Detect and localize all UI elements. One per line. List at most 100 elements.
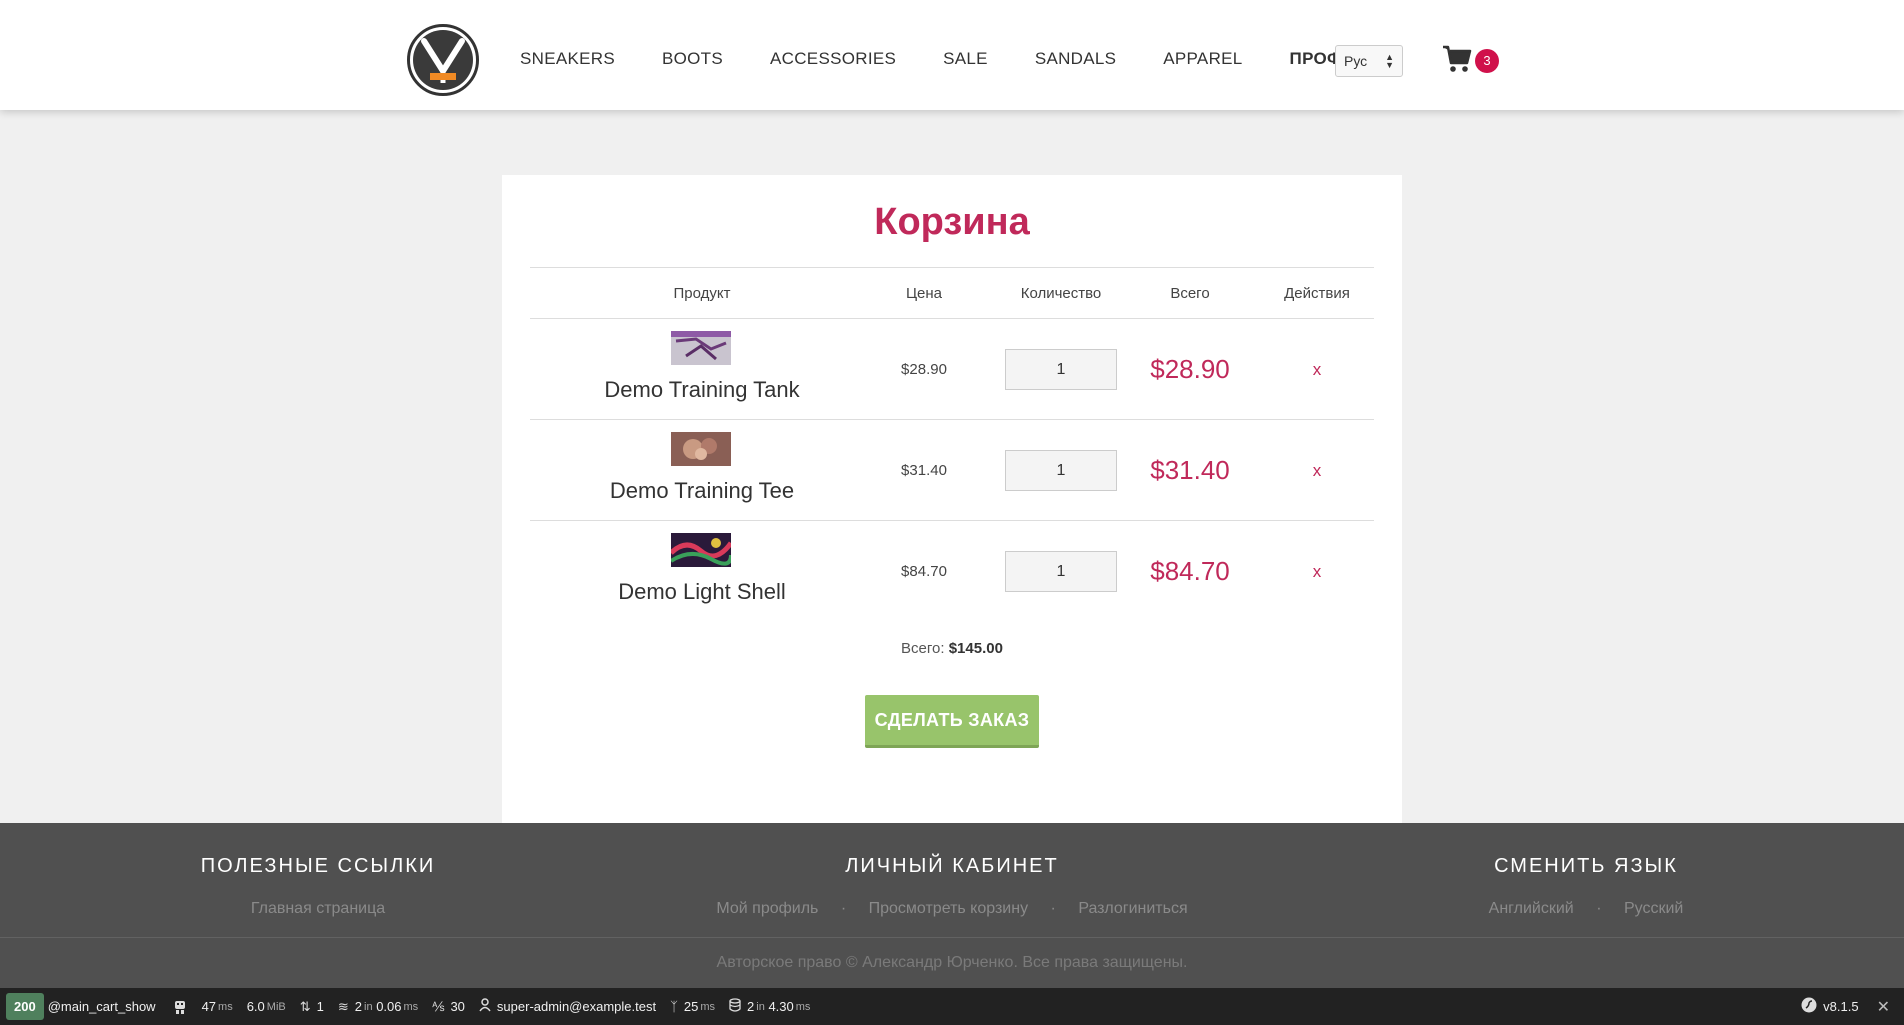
line-total: $31.40 <box>1150 455 1230 485</box>
cart-sum-value: $145.00 <box>948 640 1003 657</box>
quantity-input[interactable]: 1 <box>1005 450 1117 491</box>
cache-unit: ms <box>403 1000 419 1013</box>
footer-link-profile[interactable]: Мой профиль <box>716 900 818 917</box>
product-name[interactable]: Demo Light Shell <box>530 579 874 605</box>
main-nav: SNEAKERS BOOTS ACCESSORIES SALE SANDALS … <box>520 0 1426 118</box>
product-price: $28.90 <box>901 361 947 378</box>
cache-time: 0.06 <box>376 999 402 1014</box>
cache-count: 2 <box>354 999 363 1014</box>
footer-account: ЛИЧНЫЙ КАБИНЕТ Мой профиль · Просмотреть… <box>652 823 1252 918</box>
footer-heading: ЛИЧНЫЙ КАБИНЕТ <box>845 855 1059 877</box>
toolbar-right: v8.1.5 ✕ <box>1787 988 1890 1025</box>
language-select-value: Рус <box>1344 53 1368 69</box>
table-row: Demo Light Shell $84.70 1 $84.70 x <box>530 520 1374 621</box>
separator-dot: · <box>1596 900 1602 917</box>
select-arrows-icon: ▲ ▼ <box>1385 52 1394 70</box>
remove-item-button[interactable]: x <box>1260 420 1374 521</box>
page-title: Корзина <box>874 201 1030 243</box>
translations[interactable]: ⅍ 30 <box>432 999 465 1014</box>
db-count: 2 <box>747 999 755 1014</box>
cache-in: in <box>364 1000 373 1013</box>
footer-link-russian[interactable]: Русский <box>1624 900 1683 917</box>
copyright-text: Авторское право © Александр Юрченко. Все… <box>716 954 1188 971</box>
line-total: $28.90 <box>1150 354 1230 384</box>
debug-toolbar: 200 @main_cart_show 47 ms 6.0 MiB ⇅ 1 ≋ … <box>0 988 1904 1025</box>
twig-value: 25 <box>683 999 699 1014</box>
site-logo[interactable] <box>407 24 479 96</box>
quantity-input[interactable]: 1 <box>1005 551 1117 592</box>
cart-card: Корзина Продукт Цена Количество Всего Де… <box>502 175 1402 823</box>
twig-unit: ms <box>700 1000 716 1013</box>
controller-icon[interactable] <box>172 999 188 1015</box>
requests-count[interactable]: ⇅ 1 <box>300 999 324 1015</box>
footer-heading: ПОЛЕЗНЫЕ ССЫЛКИ <box>200 855 436 877</box>
product-thumbnail[interactable] <box>671 331 731 365</box>
current-user[interactable]: super-admin@example.test <box>479 998 656 1015</box>
database-icon <box>729 998 741 1015</box>
table-row: Demo Training Tank $28.90 1 $28.90 x <box>530 318 1374 419</box>
request-time-unit: ms <box>218 1000 233 1013</box>
memory-usage[interactable]: 6.0 MiB <box>247 999 286 1014</box>
product-price: $31.40 <box>901 462 947 479</box>
db-unit: ms <box>795 1000 811 1013</box>
footer-heading: СМЕНИТЬ ЯЗЫК <box>1494 855 1678 877</box>
cart-sum-label: Всего: <box>901 640 945 657</box>
table-row: Demo Training Tee $31.40 1 $31.40 x <box>530 419 1374 520</box>
close-icon[interactable]: ✕ <box>1877 997 1890 1017</box>
twig-icon: ᛉ <box>670 999 678 1014</box>
db-in: in <box>756 1000 765 1013</box>
layers-icon: ≋ <box>337 998 349 1014</box>
product-name[interactable]: Demo Training Tee <box>530 478 874 504</box>
nav-sale[interactable]: SALE <box>943 49 988 69</box>
footer-link-logout[interactable]: Разлогиниться <box>1078 900 1187 917</box>
product-name[interactable]: Demo Training Tank <box>530 377 874 403</box>
status-badge[interactable]: 200 <box>6 993 44 1020</box>
translations-value: 30 <box>450 999 465 1014</box>
cart-count-badge: 3 <box>1475 49 1499 73</box>
cart-icon[interactable] <box>1442 45 1472 75</box>
cart-sum: Всего: $145.00 <box>502 640 1402 657</box>
footer-divider <box>0 937 1904 938</box>
translation-icon: ⅍ <box>432 999 445 1014</box>
remove-item-button[interactable]: x <box>1260 319 1374 420</box>
nav-sneakers[interactable]: SNEAKERS <box>520 49 615 69</box>
footer-useful-links: ПОЛЕЗНЫЕ ССЫЛКИ Главная страница <box>150 823 486 918</box>
site-footer: ПОЛЕЗНЫЕ ССЫЛКИ Главная страница ЛИЧНЫЙ … <box>0 823 1904 988</box>
site-header: SNEAKERS BOOTS ACCESSORIES SALE SANDALS … <box>0 0 1904 110</box>
twig-stats[interactable]: ᛉ 25 ms <box>670 999 715 1014</box>
nav-sandals[interactable]: SANDALS <box>1035 49 1116 69</box>
request-time[interactable]: 47 ms <box>202 999 233 1014</box>
product-thumbnail[interactable] <box>671 432 731 466</box>
symfony-icon <box>1801 997 1817 1016</box>
requests-value: 1 <box>316 999 324 1014</box>
nav-apparel[interactable]: APPAREL <box>1163 49 1242 69</box>
request-time-value: 47 <box>201 999 217 1014</box>
product-price: $84.70 <box>901 563 947 580</box>
database-stats[interactable]: 2 in 4.30 ms <box>729 998 810 1015</box>
product-thumbnail[interactable] <box>671 533 731 567</box>
logo-mark-icon <box>421 38 465 83</box>
footer-link-english[interactable]: Английский <box>1489 900 1574 917</box>
language-select[interactable]: Рус ▲ ▼ <box>1335 45 1403 77</box>
quantity-input[interactable]: 1 <box>1005 349 1117 390</box>
route-name[interactable]: @main_cart_show <box>48 999 156 1014</box>
col-product: Продукт <box>673 285 731 302</box>
footer-language: СМЕНИТЬ ЯЗЫК Английский · Русский <box>1418 823 1754 918</box>
memory-value: 6.0 <box>246 999 265 1014</box>
arrows-updown-icon: ⇅ <box>299 998 311 1014</box>
user-email: super-admin@example.test <box>496 999 657 1014</box>
footer-link-home[interactable]: Главная страница <box>251 900 385 917</box>
col-total: Всего <box>1170 285 1210 302</box>
nav-boots[interactable]: BOOTS <box>662 49 723 69</box>
separator-dot: · <box>1050 900 1056 917</box>
footer-link-view-cart[interactable]: Просмотреть корзину <box>869 900 1028 917</box>
db-time: 4.30 <box>768 999 794 1014</box>
nav-accessories[interactable]: ACCESSORIES <box>770 49 896 69</box>
memory-unit: MiB <box>266 1000 286 1013</box>
table-header: Продукт Цена Количество Всего Действия <box>530 267 1374 318</box>
symfony-version[interactable]: v8.1.5 <box>1801 997 1859 1016</box>
remove-item-button[interactable]: x <box>1260 521 1374 622</box>
place-order-button[interactable]: СДЕЛАТЬ ЗАКАЗ <box>865 695 1039 748</box>
cart-table: Продукт Цена Количество Всего Действия D… <box>530 267 1374 621</box>
cache-stats[interactable]: ≋ 2 in 0.06 ms <box>338 999 418 1015</box>
